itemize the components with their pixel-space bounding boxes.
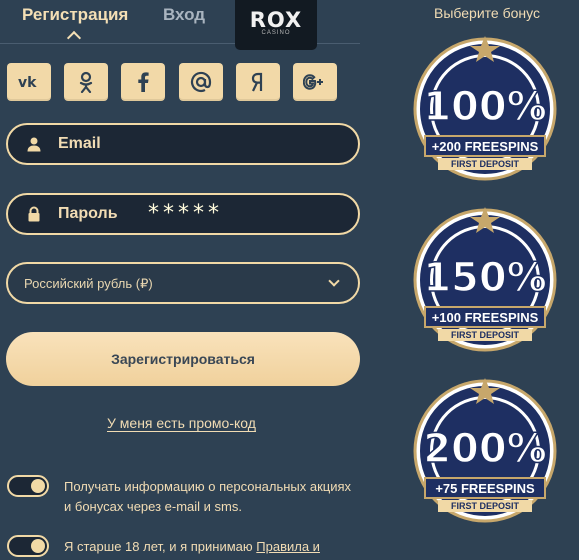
password-field[interactable]: Пароль *****	[6, 193, 360, 235]
currency-value: Российский рубль (₽)	[24, 276, 153, 291]
info-consent-text: Получать информацию о персональных акция…	[64, 479, 352, 514]
password-label: Пароль	[58, 205, 118, 222]
logo-subtitle: CASINO	[261, 30, 291, 36]
tab-register[interactable]: Регистрация	[22, 5, 128, 25]
age-consent-text: Я старше 18 лет, и я принимаю Правила и	[64, 537, 364, 557]
vk-icon[interactable]: vk	[7, 63, 51, 101]
rules-link[interactable]: Правила и	[256, 539, 320, 554]
odnoklassniki-icon[interactable]	[64, 63, 108, 101]
user-icon	[27, 137, 41, 152]
bonus-note: FIRST DEPOSIT	[451, 501, 520, 511]
info-consent-toggle[interactable]	[7, 475, 49, 497]
age-consent-prefix: Я старше 18 лет, и я принимаю	[64, 539, 253, 554]
bonus-percent: 100%	[423, 84, 547, 130]
logo[interactable]: ROX CASINO	[235, 0, 317, 50]
toggle-knob	[31, 539, 45, 553]
bonus-freespins: +75 FREESPINS	[435, 481, 535, 496]
bonus-title: Выберите бонус	[434, 5, 540, 21]
email-label: Email	[58, 135, 101, 152]
bonus-badge-200[interactable]: 200% +75 FREESPINS FIRST DEPOSIT	[410, 376, 560, 526]
bonus-freespins: +200 FREESPINS	[432, 139, 539, 154]
bonus-percent: 150%	[423, 255, 547, 301]
age-consent-toggle[interactable]	[7, 535, 49, 557]
bonus-freespins: +100 FREESPINS	[432, 310, 539, 325]
chevron-down-icon	[328, 275, 340, 287]
active-tab-indicator	[66, 30, 82, 46]
bonus-badge-100[interactable]: 100% +200 FREESPINS FIRST DEPOSIT	[410, 34, 560, 184]
lock-icon	[28, 206, 40, 222]
email-field[interactable]: Email	[6, 123, 360, 165]
bonus-note: FIRST DEPOSIT	[451, 159, 520, 169]
bonus-note: FIRST DEPOSIT	[451, 330, 520, 340]
bonus-badge-150[interactable]: 150% +100 FREESPINS FIRST DEPOSIT	[410, 205, 560, 355]
mail-icon[interactable]	[179, 63, 223, 101]
promo-code-link[interactable]: У меня есть промо-код	[107, 415, 256, 432]
svg-text:vk: vk	[18, 75, 37, 89]
toggle-knob	[31, 479, 45, 493]
tab-login[interactable]: Вход	[163, 5, 205, 25]
facebook-icon[interactable]	[121, 63, 165, 101]
register-button[interactable]: Зарегистрироваться	[6, 332, 360, 386]
bonus-percent: 200%	[423, 426, 547, 472]
yandex-icon[interactable]	[236, 63, 280, 101]
password-value: *****	[148, 201, 223, 226]
logo-text: ROX	[249, 8, 303, 32]
google-plus-icon[interactable]	[293, 63, 337, 101]
currency-select[interactable]: Российский рубль (₽)	[6, 262, 360, 304]
